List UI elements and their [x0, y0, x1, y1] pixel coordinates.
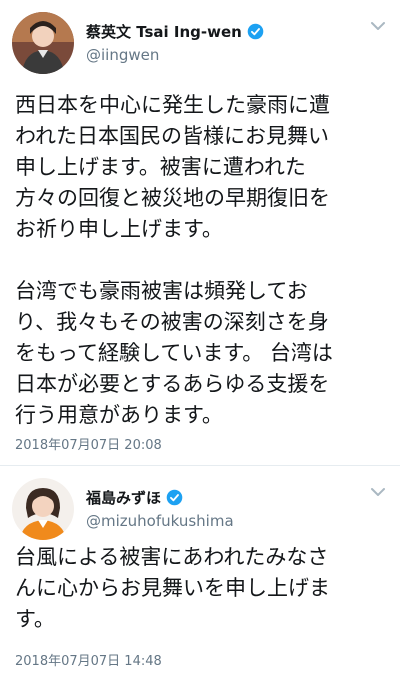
avatar[interactable] — [12, 12, 74, 74]
tweet-timestamp[interactable]: 2018年07月07日 20:08 — [15, 434, 162, 453]
tweet-text-line: 方々の回復と被災地の早期復旧を — [15, 186, 330, 210]
chevron-down-icon[interactable] — [370, 486, 386, 498]
tweet-card[interactable]: 福島みずほ @mizuhofukushima 台風による被害にあわれたみなさ ん… — [0, 466, 400, 675]
user-handle[interactable]: @mizuhofukushima — [86, 512, 234, 530]
tweet-text-line: り、我々もその被害の深刻さを身 — [15, 310, 329, 334]
chevron-down-icon[interactable] — [370, 20, 386, 32]
tweet-text-line: 西日本を中心に発生した豪雨に遭 — [15, 93, 330, 117]
display-name[interactable]: 福島みずほ — [86, 487, 161, 508]
avatar[interactable] — [12, 478, 74, 540]
user-handle[interactable]: @iingwen — [86, 46, 159, 64]
verified-badge-icon — [166, 489, 183, 505]
tweet-text-line: す。 — [15, 607, 55, 631]
tweet-text-line: 台湾でも豪雨被害は頻発してお — [15, 279, 308, 303]
tweet-text-line: 日本が必要とするあらゆる支援を — [15, 372, 330, 396]
person-avatar-icon — [12, 12, 74, 74]
author-name-row[interactable]: 福島みずほ — [86, 486, 183, 508]
verified-badge-icon — [247, 23, 264, 39]
tweet-text-line: 申し上げます。被害に遭われた — [15, 155, 306, 179]
tweet-text-line: をもって経験しています。 台湾は — [15, 341, 333, 365]
author-name-row[interactable]: 蔡英文 Tsai Ing-wen — [86, 20, 264, 42]
display-name[interactable]: 蔡英文 Tsai Ing-wen — [86, 21, 242, 42]
tweet-timestamp[interactable]: 2018年07月07日 14:48 — [15, 650, 162, 669]
tweet-text-line: んに心からお見舞いを申し上げま — [15, 576, 330, 600]
person-avatar-icon — [12, 478, 74, 540]
tweet-text: 西日本を中心に発生した豪雨に遭 われた日本国民の皆様にお見舞い 申し上げます。被… — [15, 90, 390, 431]
tweet-text-line: 行う用意があります。 — [15, 403, 223, 427]
tweet-text-line: お祈り申し上げます。 — [15, 217, 223, 241]
tweet-text-line: われた日本国民の皆様にお見舞い — [15, 124, 329, 148]
tweet-text: 台風による被害にあわれたみなさ んに心からお見舞いを申し上げま す。 — [15, 542, 390, 635]
tweet-text-line: 台風による被害にあわれたみなさ — [15, 545, 329, 569]
tweet-card[interactable]: 蔡英文 Tsai Ing-wen @iingwen 西日本を中心に発生した豪雨に… — [0, 0, 400, 466]
